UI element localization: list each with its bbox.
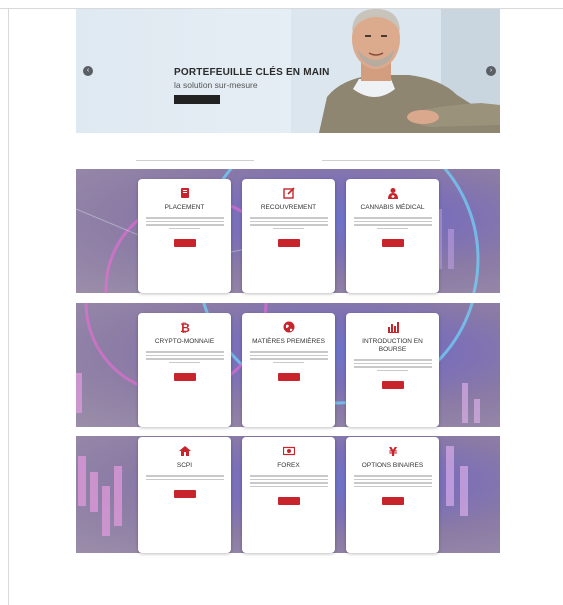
service-card-description <box>249 217 328 229</box>
bitcoin-icon: ₿ <box>180 321 190 333</box>
hero-subtitle: la solution sur-mesure <box>174 80 258 90</box>
service-card-title: CRYPTO-MONNAIE <box>154 338 215 345</box>
service-card-description <box>353 359 432 371</box>
service-card-scpi[interactable]: SCPI <box>138 437 231 553</box>
service-card-description <box>145 351 224 363</box>
service-card-button[interactable] <box>381 497 404 505</box>
service-card-placement[interactable]: PLACEMENT <box>138 179 231 293</box>
service-card-description <box>145 475 224 480</box>
service-card-crypto-monnaie[interactable]: ₿ CRYPTO-MONNAIE <box>138 313 231 427</box>
page-content: PORTEFEUILLE CLÉS EN MAIN la solution su… <box>76 9 500 553</box>
service-card-button[interactable] <box>381 381 404 389</box>
edit-icon <box>282 187 295 199</box>
service-card-introduction-en-bourse[interactable]: INTRODUCTION EN BOURSE <box>346 313 439 427</box>
carousel-prev-button[interactable]: ‹ <box>83 66 93 76</box>
service-card-description <box>353 217 432 229</box>
svg-text:₿: ₿ <box>180 321 190 333</box>
service-card-title: CANNABIS MÉDICAL <box>360 204 425 211</box>
money-icon <box>282 446 295 456</box>
service-card-button[interactable] <box>173 239 196 247</box>
service-card-description <box>249 475 328 487</box>
home-icon <box>178 446 191 456</box>
service-card-button[interactable] <box>277 497 300 505</box>
doctor-icon <box>387 188 398 199</box>
service-card-cannabis-medical[interactable]: CANNABIS MÉDICAL <box>346 179 439 293</box>
hero-cta-button[interactable] <box>174 95 220 104</box>
service-card-description <box>249 351 328 363</box>
svg-text:¥: ¥ <box>388 445 397 457</box>
chevron-right-icon: › <box>489 67 493 74</box>
service-card-title: FOREX <box>277 462 300 469</box>
service-card-button[interactable] <box>277 373 300 381</box>
service-card-forex[interactable]: FOREX <box>242 437 335 553</box>
yen-icon: ¥ <box>388 445 397 457</box>
chevron-left-icon: ‹ <box>86 67 90 74</box>
service-card-title: RECOUVREMENT <box>260 204 317 211</box>
section-heading <box>136 156 440 166</box>
service-card-title: MATIÈRES PREMIÈRES <box>252 338 325 345</box>
globe-icon <box>283 321 294 333</box>
service-card-options-binaires[interactable]: ¥ OPTIONS BINAIRES <box>346 437 439 553</box>
page-frame-left-border <box>8 8 9 605</box>
service-card-button[interactable] <box>277 239 300 247</box>
service-card-title: PLACEMENT <box>164 204 205 211</box>
service-card-title: INTRODUCTION EN BOURSE <box>362 338 423 353</box>
section-divider-right <box>322 160 440 161</box>
section-divider-left <box>136 160 254 161</box>
service-card-recouvrement[interactable]: RECOUVREMENT <box>242 179 335 293</box>
hero-title: PORTEFEUILLE CLÉS EN MAIN <box>174 67 330 78</box>
hero-banner: PORTEFEUILLE CLÉS EN MAIN la solution su… <box>76 9 500 133</box>
service-card-description <box>145 217 224 229</box>
service-card-button[interactable] <box>173 490 196 498</box>
service-card-title: OPTIONS BINAIRES <box>361 462 424 469</box>
carousel-next-button[interactable]: › <box>486 66 496 76</box>
service-card-title: SCPI <box>176 462 193 469</box>
service-card-description <box>353 475 432 487</box>
ledger-icon <box>180 188 189 198</box>
service-card-button[interactable] <box>173 373 196 381</box>
service-card-matieres-premieres[interactable]: MATIÈRES PREMIÈRES <box>242 313 335 427</box>
bar-chart-icon <box>387 322 399 333</box>
service-card-button[interactable] <box>381 239 404 247</box>
